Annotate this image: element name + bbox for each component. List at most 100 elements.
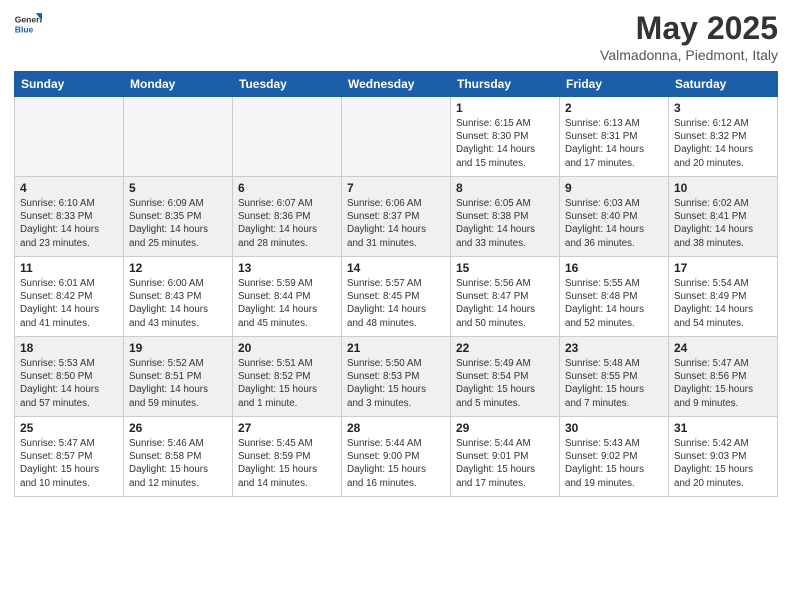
location: Valmadonna, Piedmont, Italy bbox=[600, 47, 778, 63]
calendar-cell: 16 Sunrise: 5:55 AM Sunset: 8:48 PM Dayli… bbox=[560, 257, 669, 337]
day-info: Sunrise: 5:53 AM Sunset: 8:50 PM Dayligh… bbox=[20, 357, 118, 410]
calendar-cell: 11Sunrise: 6:01 AM Sunset: 8:42 PM Dayli… bbox=[15, 257, 124, 337]
calendar-cell bbox=[342, 97, 451, 177]
day-number: 8 bbox=[456, 181, 554, 195]
day-number: 21 bbox=[347, 341, 445, 355]
calendar-cell: 8 Sunrise: 6:05 AM Sunset: 8:38 PM Daylig… bbox=[451, 177, 560, 257]
title-block: May 2025 Valmadonna, Piedmont, Italy bbox=[600, 10, 778, 63]
day-number: 29 bbox=[456, 421, 554, 435]
day-info: Sunrise: 6:12 AM Sunset: 8:32 PM Dayligh… bbox=[674, 117, 772, 170]
day-info: Sunrise: 5:55 AM Sunset: 8:48 PM Dayligh… bbox=[565, 277, 663, 330]
day-info: Sunrise: 5:49 AM Sunset: 8:54 PM Dayligh… bbox=[456, 357, 554, 410]
header: General Blue May 2025 Valmadonna, Piedmo… bbox=[14, 10, 778, 63]
day-info: Sunrise: 6:09 AM Sunset: 8:35 PM Dayligh… bbox=[129, 197, 227, 250]
day-info: Sunrise: 6:07 AM Sunset: 8:36 PM Dayligh… bbox=[238, 197, 336, 250]
calendar-cell: 23 Sunrise: 5:48 AM Sunset: 8:55 PM Dayli… bbox=[560, 337, 669, 417]
day-info: Sunrise: 5:47 AM Sunset: 8:56 PM Dayligh… bbox=[674, 357, 772, 410]
calendar-cell: 3 Sunrise: 6:12 AM Sunset: 8:32 PM Daylig… bbox=[669, 97, 778, 177]
calendar-cell: 20 Sunrise: 5:51 AM Sunset: 8:52 PM Dayli… bbox=[233, 337, 342, 417]
day-number: 2 bbox=[565, 101, 663, 115]
day-number: 27 bbox=[238, 421, 336, 435]
header-thursday: Thursday bbox=[451, 72, 560, 97]
header-saturday: Saturday bbox=[669, 72, 778, 97]
month-title: May 2025 bbox=[600, 10, 778, 47]
page: General Blue May 2025 Valmadonna, Piedmo… bbox=[0, 0, 792, 612]
calendar-cell: 4Sunrise: 6:10 AM Sunset: 8:33 PM Daylig… bbox=[15, 177, 124, 257]
calendar-cell: 15 Sunrise: 5:56 AM Sunset: 8:47 PM Dayli… bbox=[451, 257, 560, 337]
day-number: 9 bbox=[565, 181, 663, 195]
calendar-cell: 13Sunrise: 5:59 AM Sunset: 8:44 PM Dayli… bbox=[233, 257, 342, 337]
calendar-cell: 25Sunrise: 5:47 AM Sunset: 8:57 PM Dayli… bbox=[15, 417, 124, 497]
day-info: Sunrise: 5:44 AM Sunset: 9:00 PM Dayligh… bbox=[347, 437, 445, 490]
calendar-cell: 5Sunrise: 6:09 AM Sunset: 8:35 PM Daylig… bbox=[124, 177, 233, 257]
day-number: 25 bbox=[20, 421, 118, 435]
calendar-cell: 24Sunrise: 5:47 AM Sunset: 8:56 PM Dayli… bbox=[669, 337, 778, 417]
calendar-cell: 30 Sunrise: 5:43 AM Sunset: 9:02 PM Dayli… bbox=[560, 417, 669, 497]
day-number: 7 bbox=[347, 181, 445, 195]
calendar-cell: 7 Sunrise: 6:06 AM Sunset: 8:37 PM Daylig… bbox=[342, 177, 451, 257]
day-info: Sunrise: 5:51 AM Sunset: 8:52 PM Dayligh… bbox=[238, 357, 336, 410]
day-info: Sunrise: 5:44 AM Sunset: 9:01 PM Dayligh… bbox=[456, 437, 554, 490]
day-info: Sunrise: 5:42 AM Sunset: 9:03 PM Dayligh… bbox=[674, 437, 772, 490]
header-wednesday: Wednesday bbox=[342, 72, 451, 97]
day-info: Sunrise: 5:56 AM Sunset: 8:47 PM Dayligh… bbox=[456, 277, 554, 330]
day-number: 22 bbox=[456, 341, 554, 355]
day-info: Sunrise: 6:02 AM Sunset: 8:41 PM Dayligh… bbox=[674, 197, 772, 250]
calendar-cell: 14 Sunrise: 5:57 AM Sunset: 8:45 PM Dayli… bbox=[342, 257, 451, 337]
day-number: 3 bbox=[674, 101, 772, 115]
calendar-cell bbox=[233, 97, 342, 177]
day-number: 16 bbox=[565, 261, 663, 275]
calendar-cell bbox=[15, 97, 124, 177]
calendar-cell: 27 Sunrise: 5:45 AM Sunset: 8:59 PM Dayli… bbox=[233, 417, 342, 497]
day-number: 12 bbox=[129, 261, 227, 275]
day-info: Sunrise: 5:57 AM Sunset: 8:45 PM Dayligh… bbox=[347, 277, 445, 330]
calendar-cell: 26 Sunrise: 5:46 AM Sunset: 8:58 PM Dayli… bbox=[124, 417, 233, 497]
day-info: Sunrise: 5:45 AM Sunset: 8:59 PM Dayligh… bbox=[238, 437, 336, 490]
calendar-week-5: 25Sunrise: 5:47 AM Sunset: 8:57 PM Dayli… bbox=[15, 417, 778, 497]
svg-text:General: General bbox=[15, 14, 42, 24]
day-info: Sunrise: 5:46 AM Sunset: 8:58 PM Dayligh… bbox=[129, 437, 227, 490]
calendar-cell: 18 Sunrise: 5:53 AM Sunset: 8:50 PM Dayli… bbox=[15, 337, 124, 417]
day-number: 6 bbox=[238, 181, 336, 195]
day-info: Sunrise: 6:13 AM Sunset: 8:31 PM Dayligh… bbox=[565, 117, 663, 170]
header-monday: Monday bbox=[124, 72, 233, 97]
day-info: Sunrise: 5:43 AM Sunset: 9:02 PM Dayligh… bbox=[565, 437, 663, 490]
day-number: 18 bbox=[20, 341, 118, 355]
calendar-cell: 10 Sunrise: 6:02 AM Sunset: 8:41 PM Dayli… bbox=[669, 177, 778, 257]
logo-icon: General Blue bbox=[14, 10, 42, 38]
day-number: 10 bbox=[674, 181, 772, 195]
day-info: Sunrise: 5:52 AM Sunset: 8:51 PM Dayligh… bbox=[129, 357, 227, 410]
day-info: Sunrise: 6:05 AM Sunset: 8:38 PM Dayligh… bbox=[456, 197, 554, 250]
day-number: 15 bbox=[456, 261, 554, 275]
day-number: 13 bbox=[238, 261, 336, 275]
day-info: Sunrise: 5:50 AM Sunset: 8:53 PM Dayligh… bbox=[347, 357, 445, 410]
day-number: 1 bbox=[456, 101, 554, 115]
svg-text:Blue: Blue bbox=[15, 25, 34, 35]
calendar-week-2: 4Sunrise: 6:10 AM Sunset: 8:33 PM Daylig… bbox=[15, 177, 778, 257]
calendar-week-1: 1Sunrise: 6:15 AM Sunset: 8:30 PM Daylig… bbox=[15, 97, 778, 177]
day-number: 20 bbox=[238, 341, 336, 355]
header-friday: Friday bbox=[560, 72, 669, 97]
calendar-cell: 29 Sunrise: 5:44 AM Sunset: 9:01 PM Dayli… bbox=[451, 417, 560, 497]
day-info: Sunrise: 5:54 AM Sunset: 8:49 PM Dayligh… bbox=[674, 277, 772, 330]
calendar-cell bbox=[124, 97, 233, 177]
calendar-cell: 28Sunrise: 5:44 AM Sunset: 9:00 PM Dayli… bbox=[342, 417, 451, 497]
header-tuesday: Tuesday bbox=[233, 72, 342, 97]
day-number: 23 bbox=[565, 341, 663, 355]
calendar: Sunday Monday Tuesday Wednesday Thursday… bbox=[14, 71, 778, 497]
day-info: Sunrise: 6:00 AM Sunset: 8:43 PM Dayligh… bbox=[129, 277, 227, 330]
calendar-week-4: 18 Sunrise: 5:53 AM Sunset: 8:50 PM Dayli… bbox=[15, 337, 778, 417]
day-number: 19 bbox=[129, 341, 227, 355]
day-number: 26 bbox=[129, 421, 227, 435]
calendar-header-row: Sunday Monday Tuesday Wednesday Thursday… bbox=[15, 72, 778, 97]
day-number: 30 bbox=[565, 421, 663, 435]
day-info: Sunrise: 6:06 AM Sunset: 8:37 PM Dayligh… bbox=[347, 197, 445, 250]
day-info: Sunrise: 6:01 AM Sunset: 8:42 PM Dayligh… bbox=[20, 277, 118, 330]
header-sunday: Sunday bbox=[15, 72, 124, 97]
day-info: Sunrise: 5:48 AM Sunset: 8:55 PM Dayligh… bbox=[565, 357, 663, 410]
logo: General Blue bbox=[14, 10, 42, 38]
calendar-cell: 6 Sunrise: 6:07 AM Sunset: 8:36 PM Daylig… bbox=[233, 177, 342, 257]
day-number: 31 bbox=[674, 421, 772, 435]
day-number: 14 bbox=[347, 261, 445, 275]
day-number: 17 bbox=[674, 261, 772, 275]
